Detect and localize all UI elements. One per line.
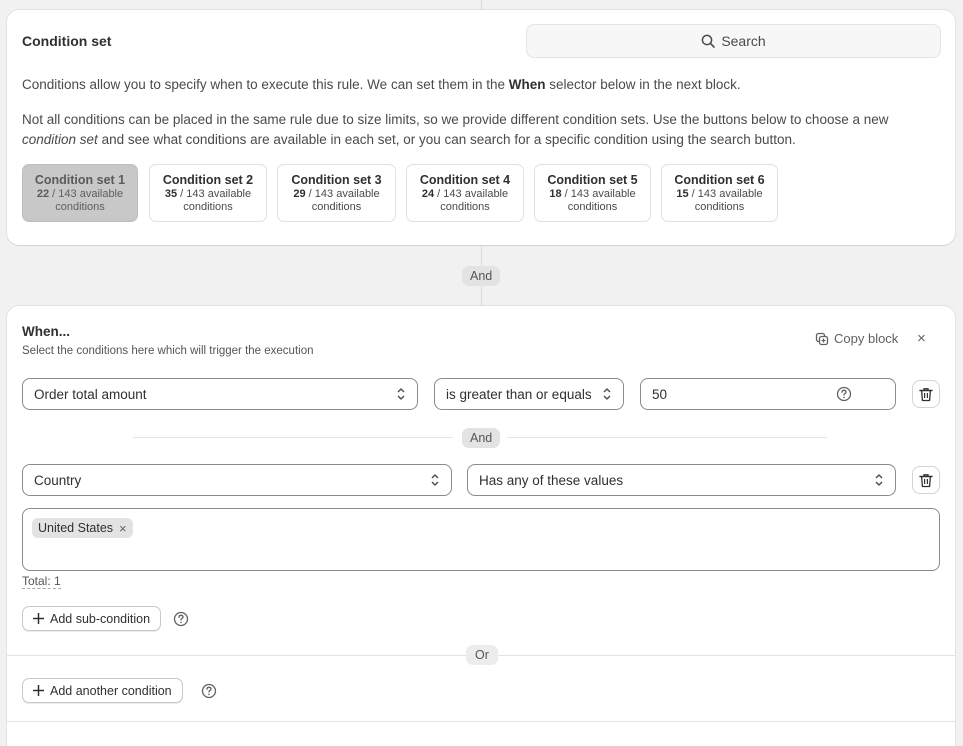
copy-icon <box>815 332 829 345</box>
when-subtitle: Select the conditions here which will tr… <box>22 345 314 357</box>
remove-tag-icon[interactable]: × <box>119 521 127 536</box>
add-another-condition-button[interactable]: Add another condition <box>22 678 183 703</box>
condition-set-5-button[interactable]: Condition set 5 18 / 143 available condi… <box>534 164 651 222</box>
delete-condition-button-2[interactable] <box>912 466 940 494</box>
trash-icon <box>919 387 933 401</box>
connector-line-top <box>481 0 482 10</box>
condition-set-1-button[interactable]: Condition set 1 22 / 143 available condi… <box>22 164 138 222</box>
condition-set-6-button[interactable]: Condition set 6 15 / 143 available condi… <box>661 164 778 222</box>
condition-operator-value-1: is greater than or equals <box>446 386 592 402</box>
values-tag-input[interactable]: United States × <box>22 508 940 571</box>
chevron-updown-icon <box>603 388 611 400</box>
when-card: When... Select the conditions here which… <box>7 306 955 746</box>
help-circle-icon[interactable] <box>201 683 217 699</box>
add-sub-condition-label: Add sub-condition <box>50 611 151 626</box>
copy-block-button[interactable]: Copy block <box>815 331 898 346</box>
delete-condition-button-1[interactable] <box>912 380 940 408</box>
plus-icon <box>33 613 44 624</box>
condition-field-select-1[interactable]: Order total amount <box>22 378 418 410</box>
add-another-condition-label: Add another condition <box>50 683 172 698</box>
description-sets: Not all conditions can be placed in the … <box>22 112 889 147</box>
condition-set-card: Condition set Search Conditions allow yo… <box>7 10 955 245</box>
condition-field-value-2: Country <box>34 472 82 488</box>
help-circle-icon[interactable] <box>836 386 852 402</box>
condition-field-value-1: Order total amount <box>34 386 147 402</box>
when-title: When... <box>22 324 70 339</box>
value-tag-label: United States <box>38 521 114 535</box>
condition-set-3-button[interactable]: Condition set 3 29 / 143 available condi… <box>277 164 396 222</box>
bottom-divider <box>7 721 955 722</box>
search-icon <box>701 34 716 48</box>
and-divider-left <box>133 437 453 438</box>
value-tag: United States × <box>32 518 133 538</box>
condition-set-4-button[interactable]: Condition set 4 24 / 143 available condi… <box>406 164 524 222</box>
condition-set-title: Condition set <box>22 33 112 49</box>
condition-value-input-1[interactable]: 50 <box>640 378 896 410</box>
add-sub-condition-button[interactable]: Add sub-condition <box>22 606 162 631</box>
close-icon[interactable]: × <box>917 330 926 347</box>
trash-icon <box>919 473 933 487</box>
chevron-updown-icon <box>875 474 883 486</box>
copy-block-label: Copy block <box>834 331 899 346</box>
condition-field-select-2[interactable]: Country <box>22 464 452 496</box>
condition-set-2-button[interactable]: Condition set 2 35 / 143 available condi… <box>149 164 267 222</box>
condition-value-text-1: 50 <box>652 386 668 402</box>
description-when: Conditions allow you to specify when to … <box>22 77 741 92</box>
and-connector-badge: And <box>462 266 500 286</box>
and-divider-right <box>507 437 827 438</box>
or-badge: Or <box>466 645 498 665</box>
inner-and-badge: And <box>462 428 500 448</box>
condition-operator-select-1[interactable]: is greater than or equals <box>434 378 624 410</box>
chevron-updown-icon <box>397 388 405 400</box>
search-button[interactable]: Search <box>526 24 941 58</box>
total-count: Total: 1 <box>22 574 61 589</box>
chevron-updown-icon <box>431 474 439 486</box>
plus-icon <box>33 685 44 696</box>
condition-operator-select-2[interactable]: Has any of these values <box>467 464 896 496</box>
condition-operator-value-2: Has any of these values <box>479 472 624 488</box>
help-circle-icon[interactable] <box>173 611 189 627</box>
search-label: Search <box>721 33 766 49</box>
